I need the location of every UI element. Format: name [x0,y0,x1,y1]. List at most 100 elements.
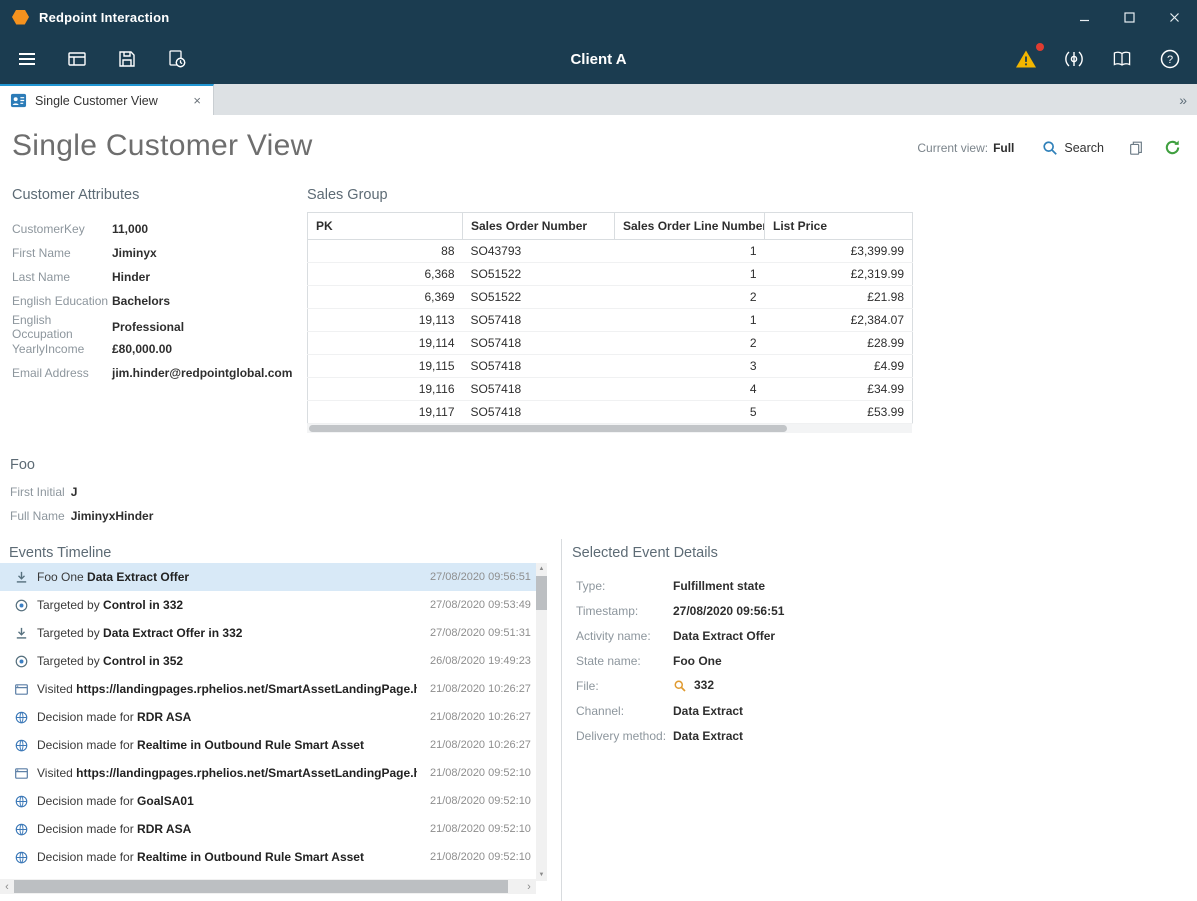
save-icon[interactable] [114,46,140,72]
audit-history-icon[interactable] [164,46,190,72]
table-row[interactable]: 19,116SO574184£34.99 [308,378,913,401]
table-row[interactable]: 19,114SO574182£28.99 [308,332,913,355]
field-label: Channel: [576,704,673,718]
scroll-left-icon[interactable]: ‹ [0,879,14,894]
current-view-label: Current view: [917,141,988,155]
event-prefix: Decision made for [37,794,137,808]
event-row[interactable]: Decision made for Realtime in Outbound R… [0,731,536,759]
documentation-book-icon[interactable] [1109,46,1135,72]
event-prefix: Decision made for [37,850,137,864]
table-cell: SO57418 [463,378,615,401]
table-row[interactable]: 88SO437931£3,399.99 [308,240,913,263]
event-name: Realtime in Outbound Rule Smart Asset [137,850,364,864]
app-window: Redpoint Interaction Client A ? [0,0,1197,901]
event-name: https://landingpages.rphelios.net/SmartA… [76,766,417,780]
event-row[interactable]: Decision made for RDR ASA21/08/2020 10:2… [0,703,536,731]
table-row[interactable]: 19,115SO574183£4.99 [308,355,913,378]
field-value: Data Extract Offer [673,629,1187,643]
event-row[interactable]: Decision made for GoalSA0121/08/2020 09:… [0,787,536,815]
vertical-scrollbar[interactable]: ▲ ▼ [536,563,547,881]
minimize-button[interactable] [1062,0,1107,34]
globe-icon [13,793,29,809]
event-row[interactable]: Foo One Data Extract Offer27/08/2020 09:… [0,563,536,591]
field-value: Foo One [673,654,1187,668]
field-label: Timestamp: [576,604,673,618]
maximize-button[interactable] [1107,0,1152,34]
field-row: Timestamp:27/08/2020 09:56:51 [576,598,1187,623]
table-row[interactable]: 19,113SO574181£2,384.07 [308,309,913,332]
event-row[interactable]: Decision made for RDR ASA21/08/2020 09:5… [0,815,536,843]
event-text: Visited https://landingpages.rphelios.ne… [37,682,417,696]
event-name: Control in 332 [103,598,183,612]
table-cell: £4.99 [765,355,913,378]
event-name: Data Extract Offer in 332 [103,626,242,640]
search-label: Search [1064,141,1104,155]
column-header[interactable]: List Price [765,213,913,240]
menu-icon[interactable] [14,46,40,72]
column-header[interactable]: Sales Order Line Number [615,213,765,240]
title-bar: Redpoint Interaction [0,0,1197,34]
table-row[interactable]: 6,368SO515221£2,319.99 [308,263,913,286]
field-label: CustomerKey [12,222,112,236]
tab-overflow-button[interactable]: » [1179,84,1187,115]
event-text: Foo One Data Extract Offer [37,570,417,584]
event-prefix: Foo One [37,570,87,584]
scroll-up-icon[interactable]: ▲ [536,563,547,575]
event-row[interactable]: Targeted by Control in 332 27/08/2020 09:… [0,591,536,619]
search-button[interactable]: Search [1042,140,1104,156]
field-row: Type:Fulfillment state [576,573,1187,598]
event-prefix: Decision made for [37,710,137,724]
event-prefix: Targeted by [37,598,103,612]
column-header[interactable]: PK [308,213,463,240]
event-timestamp: 27/08/2020 09:53:49 [430,599,531,611]
event-name: https://landingpages.rphelios.net/SmartA… [76,682,417,696]
table-row[interactable]: 6,369SO515222£21.98 [308,286,913,309]
tab-close-icon[interactable]: × [191,93,203,108]
field-row: First InitialJ [10,480,153,504]
alerts-warning-icon[interactable] [1013,46,1039,72]
field-row: File:332 [576,673,1187,698]
event-text: Targeted by Control in 332 [37,598,417,612]
column-header[interactable]: Sales Order Number [463,213,615,240]
table-cell: 2 [615,332,765,355]
sales-horizontal-scrollbar[interactable] [307,424,912,433]
current-view-value[interactable]: Full [993,141,1014,155]
campaigns-icon[interactable] [64,46,90,72]
table-row[interactable]: 19,117SO574185£53.99 [308,401,913,424]
table-cell: £34.99 [765,378,913,401]
globe-icon [13,849,29,865]
scroll-down-icon[interactable]: ▼ [536,869,547,881]
help-icon[interactable]: ? [1157,46,1183,72]
scroll-right-icon[interactable]: › [522,879,536,894]
event-row[interactable]: Visited https://landingpages.rphelios.ne… [0,675,536,703]
refresh-icon[interactable] [1164,139,1181,156]
event-text: Visited https://landingpages.rphelios.ne… [37,766,417,780]
horizontal-scrollbar[interactable]: ‹ › [0,879,536,894]
event-timestamp: 21/08/2020 10:26:27 [430,683,531,695]
scrollbar-thumb[interactable] [536,576,547,610]
alert-badge-dot [1036,43,1044,51]
scrollbar-thumb[interactable] [309,425,787,432]
event-name: RDR ASA [137,822,191,836]
field-row: Delivery method:Data Extract [576,723,1187,748]
section-title: Foo [10,457,153,473]
event-name: GoalSA01 [137,794,194,808]
event-timestamp: 21/08/2020 09:52:10 [430,823,531,835]
event-row[interactable]: Decision made for Realtime in Outbound R… [0,843,536,871]
connections-icon[interactable] [1061,46,1087,72]
table-cell: SO51522 [463,286,615,309]
scrollbar-thumb[interactable] [14,880,508,893]
event-row[interactable]: Visited https://landingpages.rphelios.ne… [0,759,536,787]
close-button[interactable] [1152,0,1197,34]
copy-icon[interactable] [1128,140,1144,156]
field-value: 11,000 [112,222,304,236]
customer-attributes-fields: CustomerKey11,000First NameJiminyxLast N… [12,217,304,385]
tab-single-customer-view[interactable]: Single Customer View × [0,84,214,115]
event-row[interactable]: Targeted by Data Extract Offer in 33227/… [0,619,536,647]
field-row: First NameJiminyx [12,241,304,265]
event-timestamp: 21/08/2020 09:52:10 [430,851,531,863]
event-row[interactable]: Targeted by Control in 35226/08/2020 19:… [0,647,536,675]
event-prefix: Decision made for [37,738,137,752]
table-cell: 6,368 [308,263,463,286]
field-value: Fulfillment state [673,579,1187,593]
